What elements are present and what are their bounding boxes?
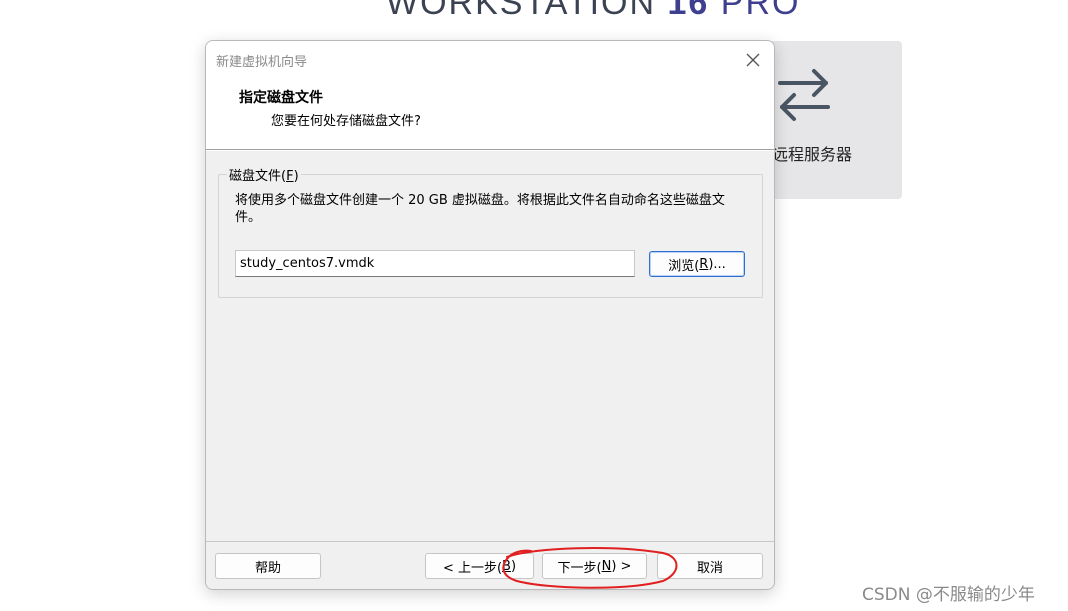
header-divider — [206, 150, 774, 151]
back-key: B — [502, 558, 511, 574]
new-vm-wizard-dialog: 新建虚拟机向导 指定磁盘文件 您要在何处存储磁盘文件? 磁盘文件(F) 将使用多… — [205, 40, 775, 590]
help-button[interactable]: 帮助 — [215, 553, 321, 579]
brand-edition: PRO — [720, 0, 801, 22]
card-label: 远程服务器 — [772, 145, 853, 164]
browse-key: R — [699, 256, 709, 272]
next-key: N — [601, 558, 612, 574]
browse-suffix: )... — [708, 256, 726, 272]
back-suffix: ) — [510, 558, 517, 574]
browse-label: 浏览( — [668, 258, 700, 274]
group-legend-suffix: ) — [293, 169, 299, 184]
next-button[interactable]: 下一步(N) > — [542, 553, 647, 579]
disk-file-input[interactable] — [235, 250, 635, 277]
group-legend: 磁盘文件(F) — [227, 165, 301, 184]
back-button[interactable]: < 上一步(B) — [425, 553, 534, 579]
disk-description: 将使用多个磁盘文件创建一个 20 GB 虚拟磁盘。将根据此文件名自动命名这些磁盘… — [235, 193, 725, 225]
page-title: 指定磁盘文件 — [239, 90, 323, 106]
product-logo: WORKSTATION 16 PRO — [386, 0, 800, 20]
back-label: < 上一步( — [442, 560, 503, 576]
brand-version: 16 — [667, 0, 710, 22]
close-icon — [746, 53, 760, 67]
close-button[interactable] — [740, 47, 766, 73]
browse-button[interactable]: 浏览(R)... — [649, 251, 745, 277]
group-legend-text: 磁盘文件( — [229, 169, 287, 184]
dialog-header: 新建虚拟机向导 指定磁盘文件 您要在何处存储磁盘文件? — [206, 41, 774, 150]
brand-name: WORKSTATION — [386, 0, 657, 22]
disk-file-group: 磁盘文件(F) 将使用多个磁盘文件创建一个 20 GB 虚拟磁盘。将根据此文件名… — [218, 165, 763, 298]
window-title: 新建虚拟机向导 — [216, 55, 308, 70]
page-subtitle: 您要在何处存储磁盘文件? — [271, 114, 421, 129]
dialog-footer: 帮助 < 上一步(B) 下一步(N) > 取消 — [206, 541, 774, 589]
group-legend-key: F — [286, 169, 294, 184]
cancel-button[interactable]: 取消 — [657, 553, 763, 579]
next-label: 下一步( — [557, 560, 602, 576]
next-suffix: ) > — [611, 558, 632, 574]
swap-arrows-icon — [778, 69, 830, 121]
watermark: CSDN @不服输的少年 — [862, 585, 1035, 605]
